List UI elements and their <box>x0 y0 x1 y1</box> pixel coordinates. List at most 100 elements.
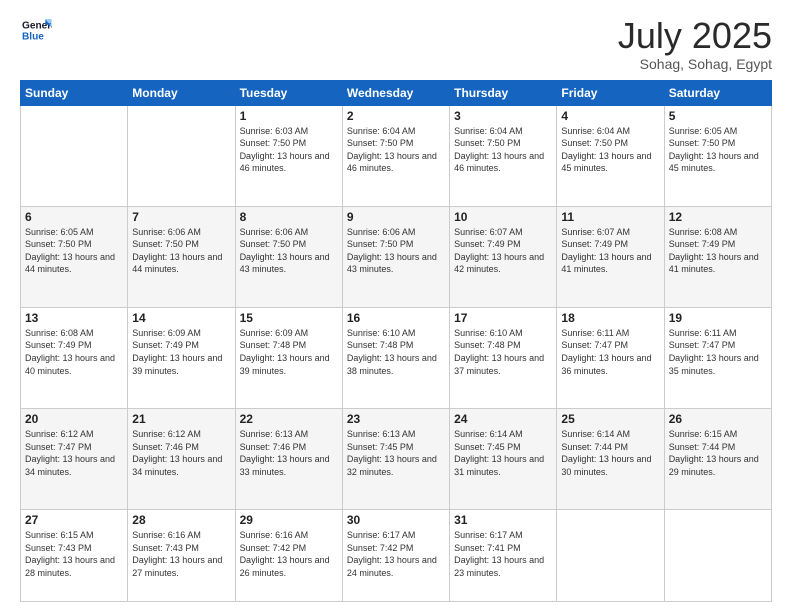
day-info: Sunrise: 6:14 AM Sunset: 7:44 PM Dayligh… <box>561 428 659 478</box>
svg-text:Blue: Blue <box>22 31 44 42</box>
calendar-day-cell: 7 Sunrise: 6:06 AM Sunset: 7:50 PM Daylig… <box>128 206 235 307</box>
calendar-day-header: Sunday <box>21 80 128 105</box>
calendar-day-cell: 19 Sunrise: 6:11 AM Sunset: 7:47 PM Dayli… <box>664 307 771 408</box>
day-info: Sunrise: 6:07 AM Sunset: 7:49 PM Dayligh… <box>454 226 552 276</box>
day-info: Sunrise: 6:07 AM Sunset: 7:49 PM Dayligh… <box>561 226 659 276</box>
title-block: July 2025 Sohag, Sohag, Egypt <box>618 16 772 72</box>
day-number: 2 <box>347 109 445 123</box>
day-number: 1 <box>240 109 338 123</box>
day-number: 26 <box>669 412 767 426</box>
day-number: 5 <box>669 109 767 123</box>
calendar-day-cell: 24Sunrise: 6:14 AM Sunset: 7:45 PM Dayli… <box>450 408 557 509</box>
calendar-day-cell: 18Sunrise: 6:11 AM Sunset: 7:47 PM Dayli… <box>557 307 664 408</box>
day-info: Sunrise: 6:08 AM Sunset: 7:49 PM Dayligh… <box>25 327 123 377</box>
day-info: Sunrise: 6:16 AM Sunset: 7:42 PM Dayligh… <box>240 529 338 579</box>
logo: General Blue <box>20 16 52 44</box>
day-number: 8 <box>240 210 338 224</box>
calendar-day-cell: 28 Sunrise: 6:16 AM Sunset: 7:43 PM Dayli… <box>128 510 235 602</box>
day-info: Sunrise: 6:05 AM Sunset: 7:50 PM Dayligh… <box>25 226 123 276</box>
calendar-day-cell: 3Sunrise: 6:04 AM Sunset: 7:50 PM Daylig… <box>450 105 557 206</box>
calendar-day-cell: 21 Sunrise: 6:12 AM Sunset: 7:46 PM Dayli… <box>128 408 235 509</box>
day-info: Sunrise: 6:11 AM Sunset: 7:47 PM Dayligh… <box>669 327 767 377</box>
day-number: 30 <box>347 513 445 527</box>
day-number: 3 <box>454 109 552 123</box>
day-info: Sunrise: 6:10 AM Sunset: 7:48 PM Dayligh… <box>347 327 445 377</box>
day-info: Sunrise: 6:05 AM Sunset: 7:50 PM Dayligh… <box>669 125 767 175</box>
day-info: Sunrise: 6:03 AM Sunset: 7:50 PM Dayligh… <box>240 125 338 175</box>
calendar-day-cell: 30 Sunrise: 6:17 AM Sunset: 7:42 PM Dayli… <box>342 510 449 602</box>
day-info: Sunrise: 6:15 AM Sunset: 7:44 PM Dayligh… <box>669 428 767 478</box>
logo-icon: General Blue <box>20 16 52 44</box>
calendar-day-header: Saturday <box>664 80 771 105</box>
day-number: 19 <box>669 311 767 325</box>
calendar-week-row: 6 Sunrise: 6:05 AM Sunset: 7:50 PM Daylig… <box>21 206 772 307</box>
day-number: 21 <box>132 412 230 426</box>
day-info: Sunrise: 6:06 AM Sunset: 7:50 PM Dayligh… <box>347 226 445 276</box>
day-number: 23 <box>347 412 445 426</box>
day-number: 13 <box>25 311 123 325</box>
day-info: Sunrise: 6:04 AM Sunset: 7:50 PM Dayligh… <box>561 125 659 175</box>
calendar-week-row: 1 Sunrise: 6:03 AM Sunset: 7:50 PM Daylig… <box>21 105 772 206</box>
calendar-day-cell: 22Sunrise: 6:13 AM Sunset: 7:46 PM Dayli… <box>235 408 342 509</box>
day-number: 7 <box>132 210 230 224</box>
calendar-day-cell <box>21 105 128 206</box>
calendar-day-cell: 20Sunrise: 6:12 AM Sunset: 7:47 PM Dayli… <box>21 408 128 509</box>
calendar-day-cell: 12 Sunrise: 6:08 AM Sunset: 7:49 PM Dayli… <box>664 206 771 307</box>
day-info: Sunrise: 6:17 AM Sunset: 7:42 PM Dayligh… <box>347 529 445 579</box>
month-year: July 2025 <box>618 16 772 56</box>
calendar-day-cell: 15Sunrise: 6:09 AM Sunset: 7:48 PM Dayli… <box>235 307 342 408</box>
day-number: 24 <box>454 412 552 426</box>
day-number: 6 <box>25 210 123 224</box>
calendar-day-cell: 17Sunrise: 6:10 AM Sunset: 7:48 PM Dayli… <box>450 307 557 408</box>
calendar-day-header: Monday <box>128 80 235 105</box>
calendar-day-cell <box>557 510 664 602</box>
calendar-day-cell: 6 Sunrise: 6:05 AM Sunset: 7:50 PM Daylig… <box>21 206 128 307</box>
day-info: Sunrise: 6:08 AM Sunset: 7:49 PM Dayligh… <box>669 226 767 276</box>
calendar-week-row: 20Sunrise: 6:12 AM Sunset: 7:47 PM Dayli… <box>21 408 772 509</box>
day-info: Sunrise: 6:16 AM Sunset: 7:43 PM Dayligh… <box>132 529 230 579</box>
day-number: 12 <box>669 210 767 224</box>
calendar-day-cell: 8 Sunrise: 6:06 AM Sunset: 7:50 PM Daylig… <box>235 206 342 307</box>
day-info: Sunrise: 6:09 AM Sunset: 7:49 PM Dayligh… <box>132 327 230 377</box>
calendar-day-cell: 9 Sunrise: 6:06 AM Sunset: 7:50 PM Daylig… <box>342 206 449 307</box>
calendar-body: 1 Sunrise: 6:03 AM Sunset: 7:50 PM Daylig… <box>21 105 772 601</box>
calendar-header-row: SundayMondayTuesdayWednesdayThursdayFrid… <box>21 80 772 105</box>
calendar-day-cell <box>128 105 235 206</box>
day-number: 17 <box>454 311 552 325</box>
calendar-week-row: 27 Sunrise: 6:15 AM Sunset: 7:43 PM Dayli… <box>21 510 772 602</box>
day-info: Sunrise: 6:15 AM Sunset: 7:43 PM Dayligh… <box>25 529 123 579</box>
day-number: 9 <box>347 210 445 224</box>
calendar-day-cell: 23 Sunrise: 6:13 AM Sunset: 7:45 PM Dayli… <box>342 408 449 509</box>
calendar-day-header: Friday <box>557 80 664 105</box>
calendar-day-cell: 10Sunrise: 6:07 AM Sunset: 7:49 PM Dayli… <box>450 206 557 307</box>
day-info: Sunrise: 6:13 AM Sunset: 7:45 PM Dayligh… <box>347 428 445 478</box>
day-number: 4 <box>561 109 659 123</box>
calendar-day-header: Wednesday <box>342 80 449 105</box>
day-number: 25 <box>561 412 659 426</box>
calendar-day-cell: 5 Sunrise: 6:05 AM Sunset: 7:50 PM Daylig… <box>664 105 771 206</box>
calendar-day-cell: 16 Sunrise: 6:10 AM Sunset: 7:48 PM Dayli… <box>342 307 449 408</box>
day-number: 16 <box>347 311 445 325</box>
location: Sohag, Sohag, Egypt <box>618 56 772 72</box>
calendar-day-cell: 27 Sunrise: 6:15 AM Sunset: 7:43 PM Dayli… <box>21 510 128 602</box>
calendar-day-cell <box>664 510 771 602</box>
calendar-day-cell: 25 Sunrise: 6:14 AM Sunset: 7:44 PM Dayli… <box>557 408 664 509</box>
calendar-day-cell: 31Sunrise: 6:17 AM Sunset: 7:41 PM Dayli… <box>450 510 557 602</box>
day-info: Sunrise: 6:12 AM Sunset: 7:47 PM Dayligh… <box>25 428 123 478</box>
calendar-day-cell: 1 Sunrise: 6:03 AM Sunset: 7:50 PM Daylig… <box>235 105 342 206</box>
calendar-day-cell: 29Sunrise: 6:16 AM Sunset: 7:42 PM Dayli… <box>235 510 342 602</box>
calendar-week-row: 13 Sunrise: 6:08 AM Sunset: 7:49 PM Dayli… <box>21 307 772 408</box>
day-number: 14 <box>132 311 230 325</box>
day-number: 15 <box>240 311 338 325</box>
calendar-day-cell: 13 Sunrise: 6:08 AM Sunset: 7:49 PM Dayli… <box>21 307 128 408</box>
day-info: Sunrise: 6:06 AM Sunset: 7:50 PM Dayligh… <box>240 226 338 276</box>
day-info: Sunrise: 6:12 AM Sunset: 7:46 PM Dayligh… <box>132 428 230 478</box>
day-number: 27 <box>25 513 123 527</box>
calendar-day-cell: 2 Sunrise: 6:04 AM Sunset: 7:50 PM Daylig… <box>342 105 449 206</box>
day-number: 18 <box>561 311 659 325</box>
day-number: 22 <box>240 412 338 426</box>
day-number: 28 <box>132 513 230 527</box>
day-info: Sunrise: 6:04 AM Sunset: 7:50 PM Dayligh… <box>347 125 445 175</box>
calendar-day-cell: 4 Sunrise: 6:04 AM Sunset: 7:50 PM Daylig… <box>557 105 664 206</box>
day-info: Sunrise: 6:06 AM Sunset: 7:50 PM Dayligh… <box>132 226 230 276</box>
